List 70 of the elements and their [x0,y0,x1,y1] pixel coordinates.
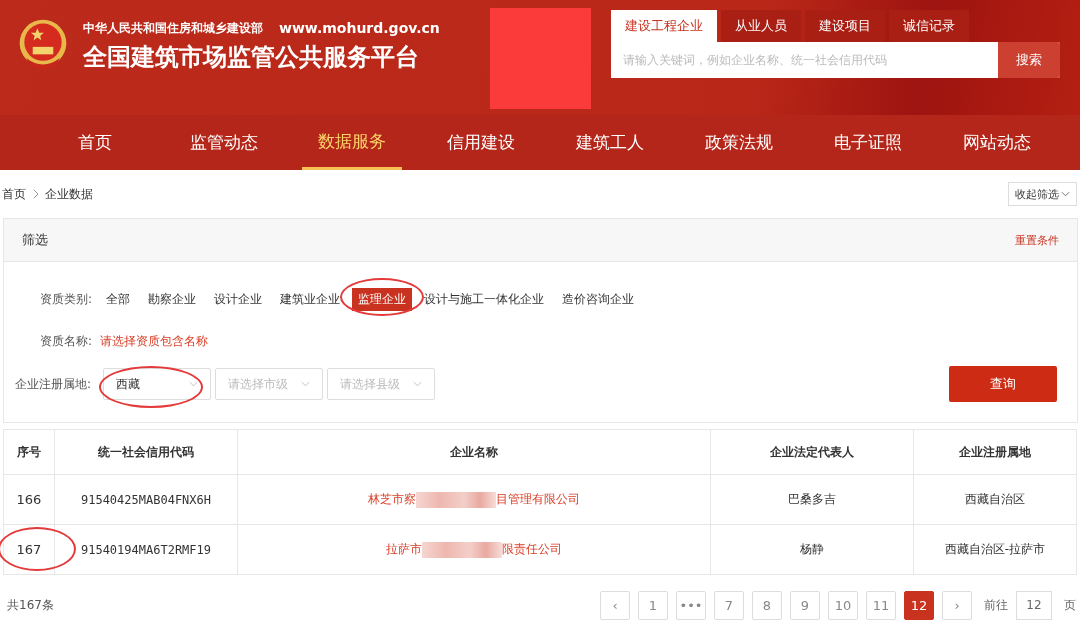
query-button[interactable]: 查询 [949,366,1057,402]
category-option[interactable]: 监理企业 [352,287,413,311]
search-tab[interactable]: 诚信记录 [888,10,969,42]
chevron-down-icon [1061,191,1070,197]
column-header: 序号 [3,429,55,475]
category-option[interactable]: 全部 [100,287,137,311]
chevron-right-icon [32,189,39,199]
table-cell: 167 [16,542,42,557]
previous-page-button[interactable]: ‹ [600,590,630,620]
next-page-button[interactable]: › [942,590,972,620]
nav-item[interactable]: 电子证照 [803,115,932,170]
nav-item[interactable]: 网站动态 [932,115,1061,170]
page-button[interactable]: 1 [638,590,668,620]
category-option[interactable]: 设计企业 [208,287,269,311]
search-tab[interactable]: 从业人员 [720,10,801,42]
company-link[interactable]: 限责任公司 [502,542,562,556]
category-label: 资质类别: [40,290,93,308]
collapse-filter-button[interactable]: 收起筛选 [1008,182,1077,206]
chevron-down-icon [189,381,199,387]
goto-label: 前往 [984,596,1008,614]
category-option[interactable]: 建筑业企业 [274,287,347,311]
page-button[interactable]: 7 [714,590,744,620]
page-input[interactable]: 12 [1016,590,1052,620]
search-tab[interactable]: 建设工程企业 [610,10,717,42]
nav-item[interactable]: 监管动态 [159,115,288,170]
region-select[interactable]: 西藏 [103,368,212,400]
company-link[interactable]: 目管理有限公司 [496,492,580,506]
chevron-down-icon [301,381,311,387]
site-title: 全国建筑市场监管公共服务平台 [83,42,420,73]
page-button[interactable]: ••• [676,590,706,620]
nav-item[interactable]: 建筑工人 [545,115,674,170]
page-button[interactable]: 11 [866,590,896,620]
table-cell: 91540425MAB04FNX6H [54,474,238,525]
table-cell: 杨静 [710,524,914,575]
company-link[interactable]: 拉萨市 [386,542,422,556]
table-cell: 166 [16,492,42,507]
column-header: 企业法定代表人 [710,429,914,475]
search-tab[interactable]: 建设项目 [804,10,885,42]
page-suffix: 页 [1064,596,1076,614]
chevron-down-icon [413,381,423,387]
page-button[interactable]: 8 [752,590,782,620]
column-header: 企业名称 [237,429,711,475]
search-button[interactable]: 搜索 [997,42,1060,78]
column-header: 统一社会信用代码 [54,429,238,475]
nav-item[interactable]: 政策法规 [674,115,803,170]
table-cell: 91540194MA6T2RMF19 [54,524,238,575]
table-cell: 西藏自治区 [913,474,1077,525]
qualification-link[interactable]: 请选择资质包含名称 [100,333,209,350]
region-label: 企业注册属地: [15,375,92,393]
table-cell: 西藏自治区-拉萨市 [913,524,1077,575]
ministry-name: 中华人民共和国住房和城乡建设部 [83,20,263,37]
site-url[interactable]: www.mohurd.gov.cn [279,20,440,37]
table-cell: 巴桑多吉 [710,474,914,525]
company-link[interactable]: 林芝市察 [368,492,416,506]
reset-link[interactable]: 重置条件 [1015,232,1059,248]
nav-item[interactable]: 首页 [30,115,159,170]
qualification-label: 资质名称: [40,333,93,350]
page-button[interactable]: 10 [828,590,858,620]
total-count: 共167条 [7,596,54,614]
category-option[interactable]: 造价咨询企业 [556,287,641,311]
category-option[interactable]: 勘察企业 [142,287,203,311]
category-option[interactable]: 设计与施工一体化企业 [418,287,551,311]
column-header: 企业注册属地 [913,429,1077,475]
nav-item[interactable]: 信用建设 [416,115,545,170]
breadcrumb-link[interactable]: 首页 [2,185,26,203]
breadcrumb-link[interactable]: 企业数据 [45,185,93,203]
page-button[interactable]: 9 [790,590,820,620]
nav-item[interactable]: 数据服务 [302,115,402,170]
filter-title: 筛选 [22,231,48,249]
page-button[interactable]: 12 [904,590,934,620]
